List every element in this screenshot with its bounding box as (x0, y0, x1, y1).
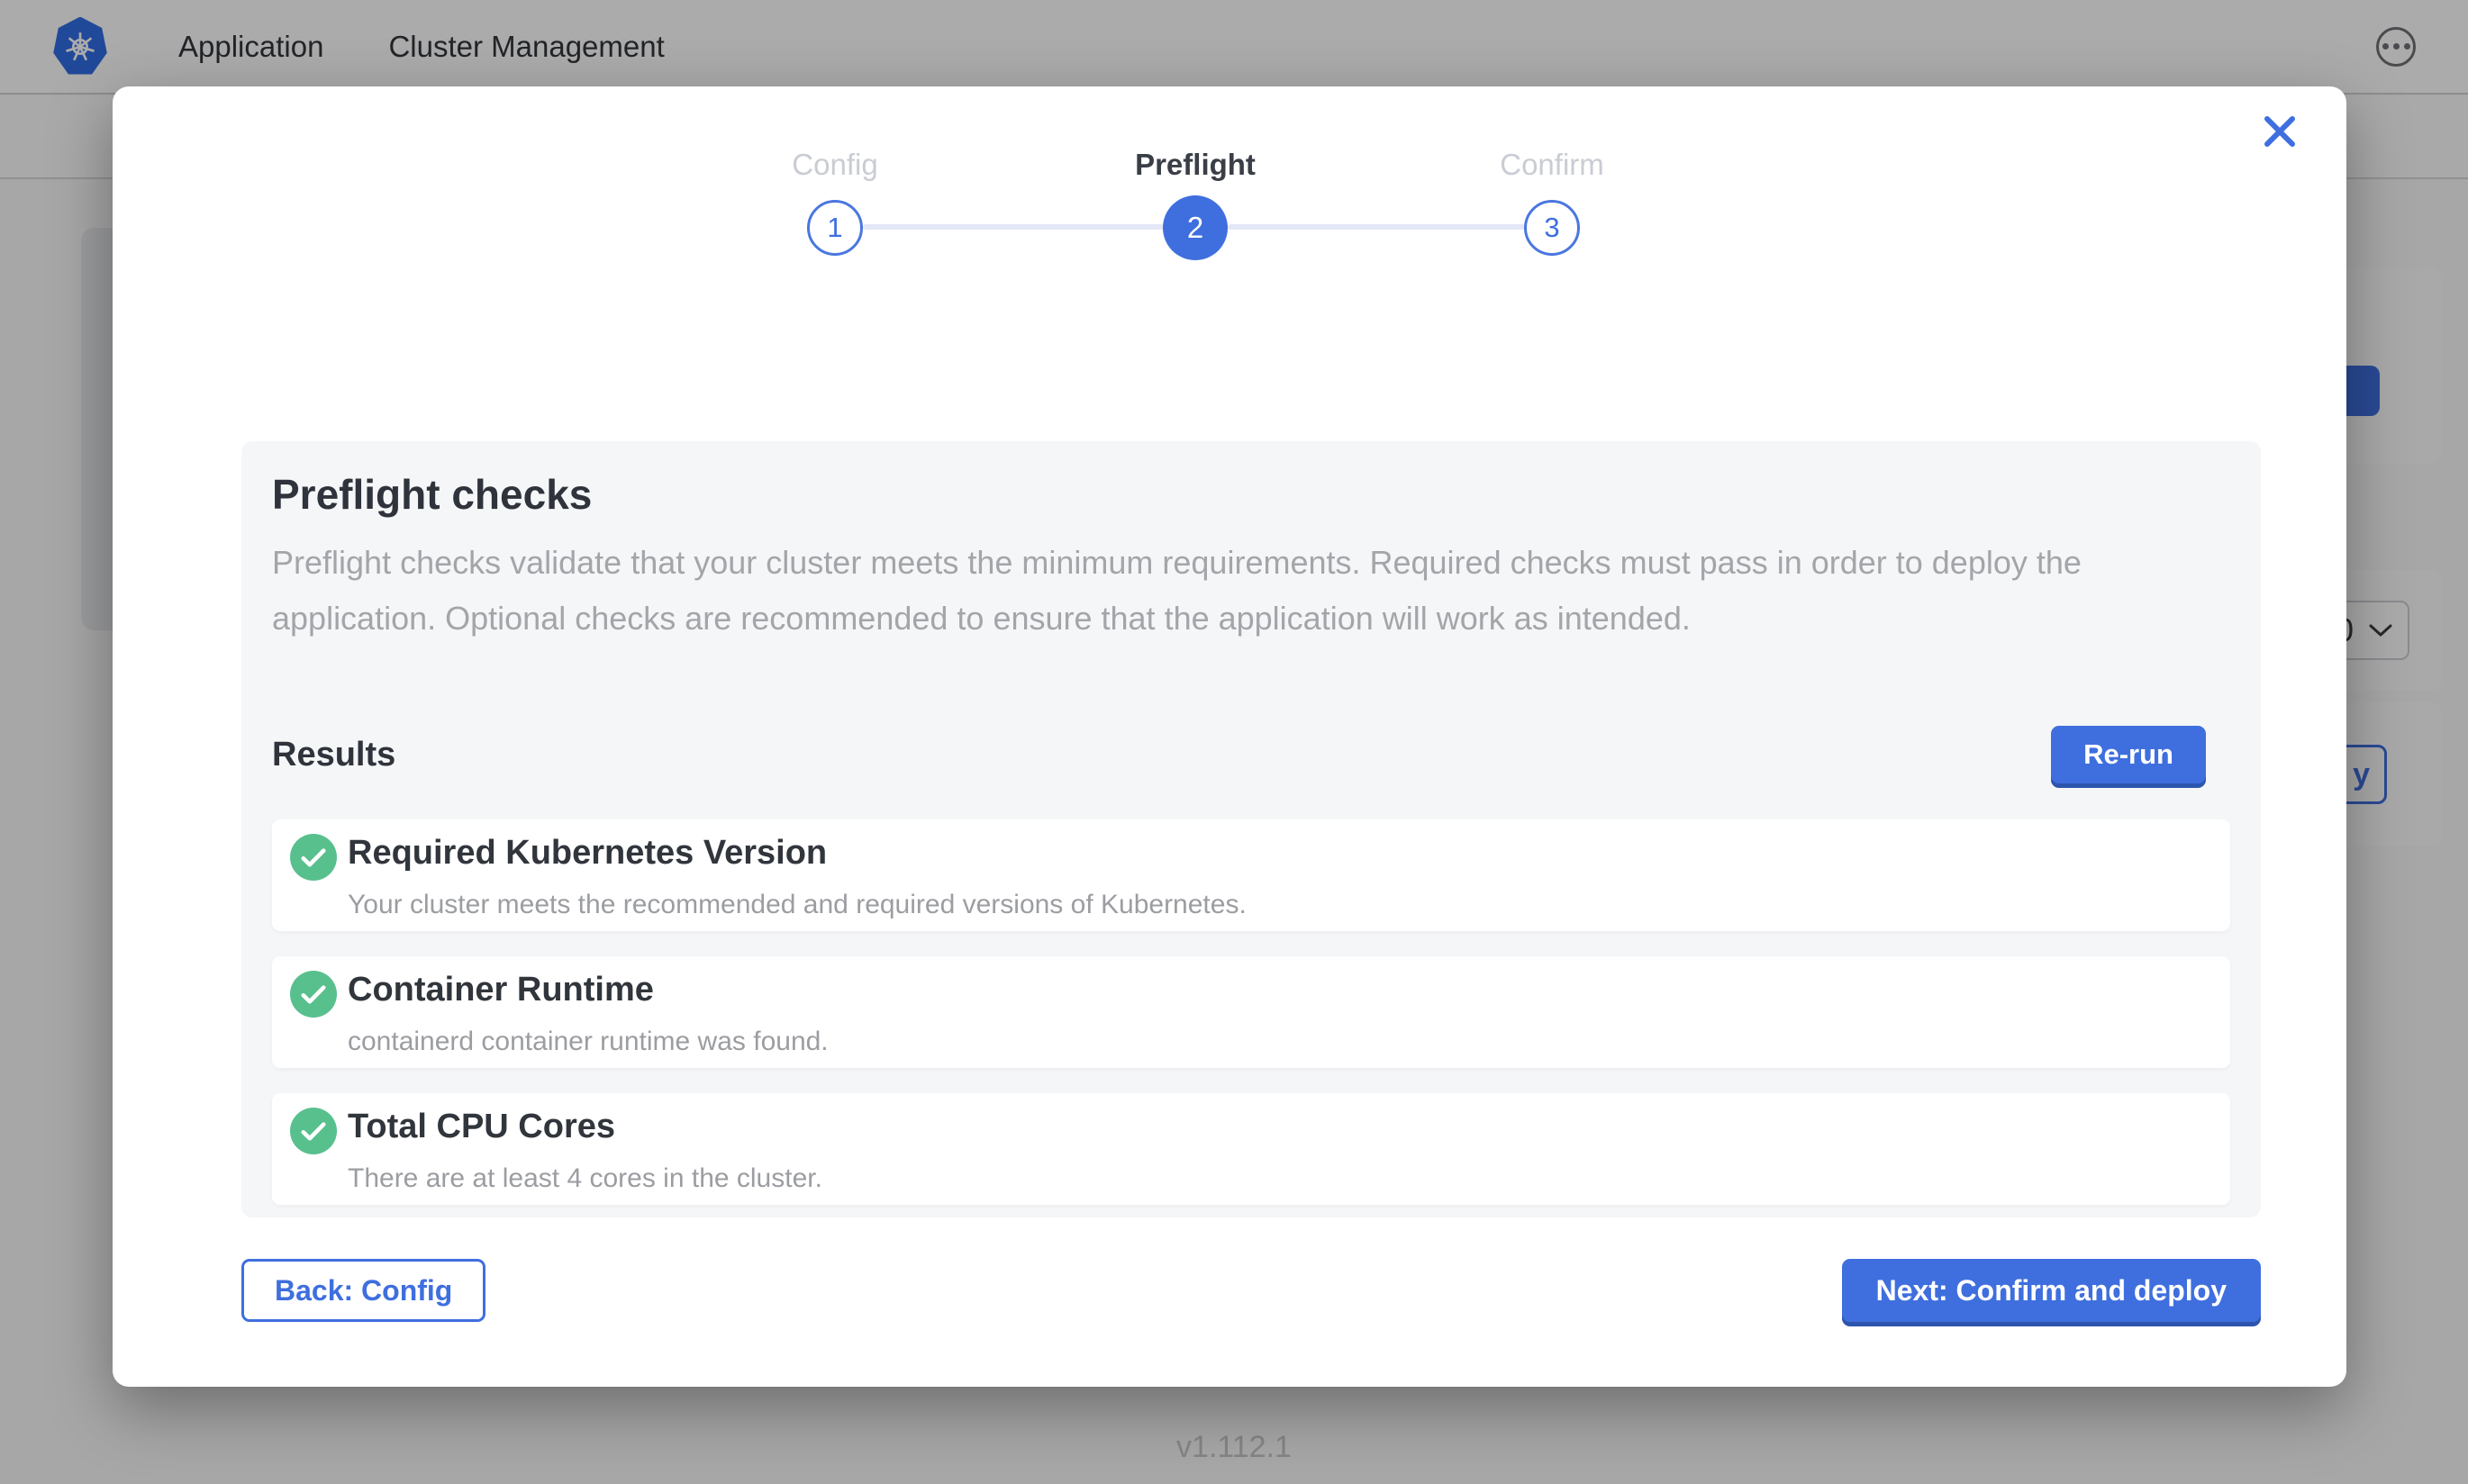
step-label-config: Config (700, 148, 970, 182)
check-circle-icon (290, 834, 337, 881)
check-title: Required Kubernetes Version (348, 832, 2212, 873)
check-card-kubernetes-version: Required Kubernetes Version Your cluster… (272, 819, 2230, 931)
step-label-preflight: Preflight (1060, 148, 1330, 182)
preflight-modal: Config Preflight Confirm 1 2 3 Preflight… (113, 86, 2346, 1387)
next-confirm-deploy-button[interactable]: Next: Confirm and deploy (1842, 1259, 2261, 1322)
step-connector (1228, 224, 1525, 230)
modal-description: Preflight checks validate that your clus… (272, 535, 2218, 647)
step-indicator: Config Preflight Confirm 1 2 3 (113, 86, 2346, 357)
check-results-list: Required Kubernetes Version Your cluster… (272, 819, 2230, 1205)
check-title: Container Runtime (348, 969, 2212, 1010)
check-circle-icon (290, 971, 337, 1018)
preflight-panel: Preflight checks Preflight checks valida… (241, 441, 2261, 1217)
screen: Application Cluster Management 0 y v1.11… (0, 0, 2468, 1484)
step-circle-3[interactable]: 3 (1524, 200, 1580, 256)
check-detail: Your cluster meets the recommended and r… (348, 888, 2212, 922)
rerun-button[interactable]: Re-run (2051, 726, 2206, 783)
modal-title: Preflight checks (272, 468, 2230, 520)
check-detail: containerd container runtime was found. (348, 1025, 2212, 1059)
back-config-button[interactable]: Back: Config (241, 1259, 485, 1322)
check-card-total-cpu-cores: Total CPU Cores There are at least 4 cor… (272, 1093, 2230, 1205)
results-header-row: Results Re-run (272, 726, 2230, 783)
check-detail: There are at least 4 cores in the cluste… (348, 1162, 2212, 1196)
step-connector (863, 224, 1166, 230)
check-card-container-runtime: Container Runtime containerd container r… (272, 956, 2230, 1068)
step-circle-2[interactable]: 2 (1163, 195, 1228, 260)
results-heading: Results (272, 736, 395, 774)
check-title: Total CPU Cores (348, 1106, 2212, 1147)
check-circle-icon (290, 1108, 337, 1154)
step-label-confirm: Confirm (1417, 148, 1687, 182)
step-circle-1[interactable]: 1 (807, 200, 863, 256)
